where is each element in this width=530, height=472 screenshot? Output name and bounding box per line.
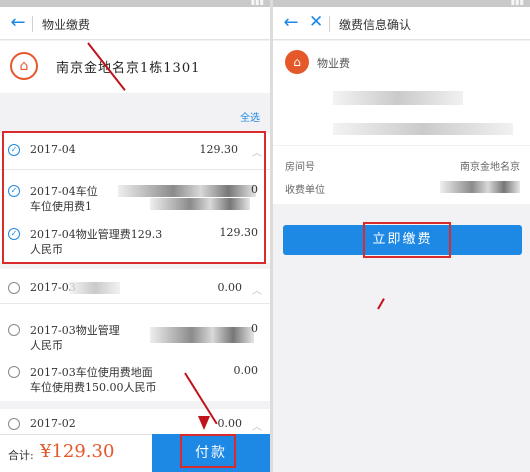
checkout-bar: 合计: ¥129.30 付款	[0, 434, 270, 472]
chevron-up-icon[interactable]: ︿	[252, 418, 262, 433]
house-icon: ⌂	[10, 52, 38, 80]
close-icon[interactable]: ✕	[309, 12, 323, 32]
item-amount: 0	[251, 322, 258, 335]
status-bar: ▮▮▮	[0, 0, 270, 7]
house-address: 南京金地名京1栋1301	[56, 61, 201, 76]
checked-icon[interactable]: ✓	[8, 144, 20, 156]
item-label: 2017-04	[30, 143, 76, 156]
unchecked-icon[interactable]	[8, 418, 20, 430]
select-bar: 全选	[0, 93, 270, 133]
list-item[interactable]: 2017-03 0.00 ︿	[0, 270, 270, 302]
redacted-area	[333, 123, 513, 135]
redacted-area	[150, 327, 254, 343]
nav-separator	[32, 16, 33, 32]
item-label: 2017-03	[30, 281, 76, 294]
nav-bar: ← 物业缴费	[0, 7, 270, 40]
house-value: 南京金地名京	[460, 162, 520, 173]
chevron-up-icon[interactable]: ︿	[252, 144, 262, 159]
bill-list-screen: ▮▮▮ ← 物业缴费 ⌂ 南京金地名京1栋1301 全选 ✓ 2017-04 1…	[0, 0, 270, 472]
annotation-arrow	[377, 298, 385, 310]
item-amount: 129.30	[199, 143, 239, 156]
list-item[interactable]: ✓ 2017-04物业管理费129.3 人民币 129.30	[0, 217, 270, 257]
redacted-area	[333, 91, 463, 105]
pay-now-button[interactable]: 立即缴费	[283, 225, 522, 255]
pay-button[interactable]: 付款	[152, 434, 270, 472]
arrow-head-icon	[198, 416, 210, 430]
list-item[interactable]: 2017-02 0.00 ︿	[0, 409, 270, 437]
item-label: 2017-04车位	[30, 185, 98, 198]
list-item[interactable]: 2017-03车位使用费地面 车位使用费150.00人民币 0.00	[0, 358, 270, 398]
divider	[0, 303, 270, 304]
checked-icon[interactable]: ✓	[8, 185, 20, 197]
item-amount: 0.00	[233, 364, 259, 377]
item-amount: 0.00	[217, 417, 243, 430]
section-gap	[0, 263, 270, 269]
item-subtitle: 车位使用费1	[30, 200, 92, 213]
item-amount: 0	[251, 183, 258, 196]
item-label: 2017-03车位使用费地面	[30, 366, 153, 379]
chevron-up-icon[interactable]: ︿	[252, 282, 262, 297]
house-icon: ⌂	[285, 50, 309, 74]
section-gap	[0, 401, 270, 409]
list-item[interactable]: ✓ 2017-04车位 车位使用费1 0	[0, 174, 270, 214]
item-label: 2017-03物业管理	[30, 324, 120, 337]
page-title: 缴费信息确认	[339, 18, 412, 32]
item-subtitle: 人民币	[30, 243, 63, 256]
confirm-screen: ▮▮▮ ← ✕ 缴费信息确认 ⌂ 物业费 房间号 南京金地名京 收费单位 立即缴…	[273, 0, 530, 472]
payee-label: 收费单位	[285, 185, 325, 196]
nav-separator	[329, 16, 330, 32]
status-bar: ▮▮▮	[273, 0, 530, 7]
category-row: ⌂ 物业费	[273, 41, 530, 83]
select-all-link[interactable]: 全选	[240, 109, 260, 124]
redacted-area	[150, 198, 250, 210]
unchecked-icon[interactable]	[8, 324, 20, 336]
back-arrow-icon[interactable]: ←	[281, 12, 301, 33]
amount-box	[273, 83, 530, 145]
total-label: 合计:	[8, 449, 34, 462]
item-amount: 129.30	[219, 226, 259, 239]
item-subtitle: 车位使用费150.00人民币	[30, 381, 157, 394]
bill-list: ✓ 2017-04 129.30 ︿ ✓ 2017-04车位 车位使用费1 0 …	[0, 133, 270, 434]
item-subtitle: 人民币	[30, 339, 63, 352]
back-arrow-icon[interactable]: ←	[8, 12, 28, 33]
unchecked-icon[interactable]	[8, 366, 20, 378]
list-item[interactable]: ✓ 2017-04 129.30 ︿	[0, 133, 270, 169]
item-amount: 0.00	[217, 281, 243, 294]
total-amount: ¥129.30	[40, 441, 115, 462]
house-label: 房间号	[285, 162, 315, 173]
item-label: 2017-04物业管理费129.3	[30, 228, 163, 241]
list-item[interactable]: 2017-03物业管理 人民币 0	[0, 307, 270, 352]
item-label: 2017-02	[30, 417, 76, 430]
checked-icon[interactable]: ✓	[8, 228, 20, 240]
house-row[interactable]: ⌂ 南京金地名京1栋1301	[0, 41, 270, 93]
redacted-area	[118, 185, 256, 197]
redacted-area	[70, 282, 120, 294]
page-title: 物业缴费	[42, 18, 91, 32]
category-label: 物业费	[317, 57, 350, 70]
nav-bar: ← ✕ 缴费信息确认	[273, 7, 530, 40]
divider	[0, 169, 270, 170]
payment-info: 房间号 南京金地名京 收费单位	[273, 146, 530, 204]
redacted-area	[440, 181, 520, 193]
unchecked-icon[interactable]	[8, 282, 20, 294]
